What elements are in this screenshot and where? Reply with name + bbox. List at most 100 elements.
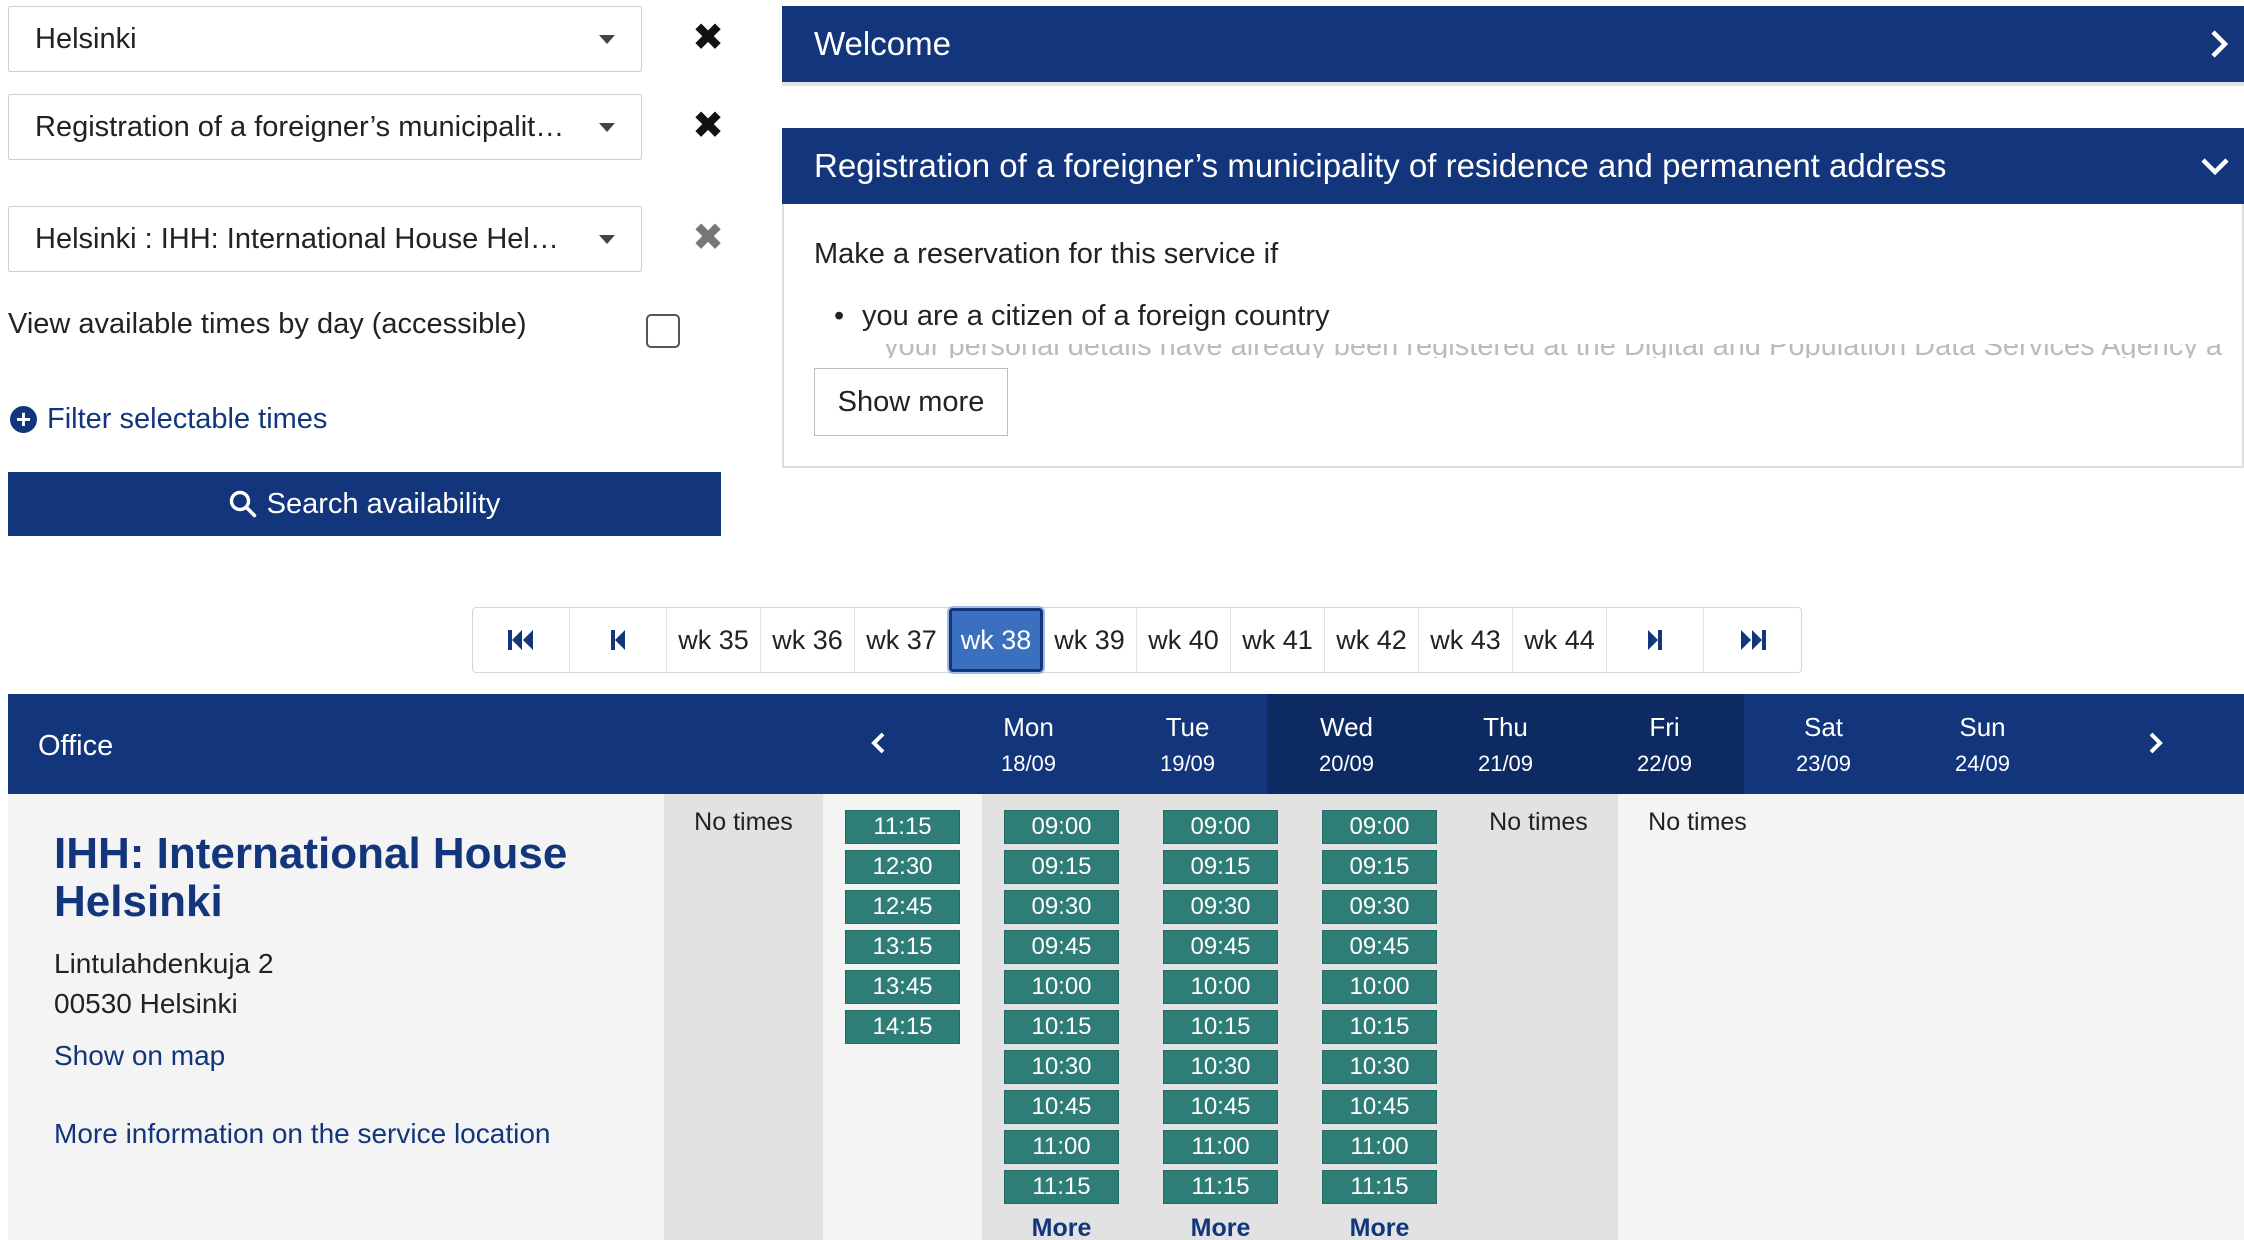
time-slot[interactable]: 09:30 [1163,890,1278,924]
service-select[interactable]: Registration of a foreigner’s municipali… [8,94,642,160]
time-slot[interactable]: 09:30 [1004,890,1119,924]
time-slot[interactable]: 12:30 [845,850,960,884]
clear-office-icon[interactable]: ✖ [690,219,726,257]
location-select[interactable]: Helsinki [8,6,642,72]
view-by-day-checkbox[interactable] [646,314,680,348]
time-slot[interactable]: 09:00 [1163,810,1278,844]
week-36[interactable]: wk 36 [761,608,855,672]
time-slot[interactable]: 09:15 [1322,850,1437,884]
clear-location-icon[interactable]: ✖ [690,19,726,57]
week-40[interactable]: wk 40 [1137,608,1231,672]
plus-circle-icon: + [10,406,37,433]
time-slot[interactable]: 14:15 [845,1010,960,1044]
time-slot[interactable]: 11:00 [1163,1130,1278,1164]
show-more-button[interactable]: Show more [814,368,1008,436]
week-43[interactable]: wk 43 [1419,608,1513,672]
time-slot[interactable]: 11:00 [1004,1130,1119,1164]
time-slot[interactable]: 11:15 [1163,1170,1278,1204]
chevron-right-icon[interactable] [2140,728,2170,758]
day-header-sun: Sun 24/09 [1954,712,2011,776]
time-slot[interactable]: 09:45 [1322,930,1437,964]
time-slot[interactable]: 10:30 [1004,1050,1119,1084]
previous-week-button[interactable] [570,608,667,672]
time-slot[interactable]: 09:30 [1322,890,1437,924]
first-week-button[interactable] [473,608,570,672]
more-times-link[interactable]: More [1032,1214,1092,1240]
time-slot[interactable]: 10:30 [1322,1050,1437,1084]
time-slot[interactable]: 10:30 [1163,1050,1278,1084]
last-week-button[interactable] [1704,608,1801,672]
time-slot[interactable]: 10:45 [1163,1090,1278,1124]
time-slot[interactable]: 13:45 [845,970,960,1004]
service-panel-title: Registration of a foreigner’s municipali… [814,147,1947,184]
office-select[interactable]: Helsinki : IHH: International House Hels… [8,206,642,272]
more-times-link[interactable]: More [1350,1214,1410,1240]
calendar-header: Office Mon 18/09 Tue 19/09 Wed 20/09 Thu… [8,694,2244,794]
day-header-thu: Thu 21/09 [1426,694,1585,794]
week-35[interactable]: wk 35 [667,608,761,672]
time-slot[interactable]: 10:00 [1163,970,1278,1004]
week-39[interactable]: wk 39 [1043,608,1137,672]
step-forward-icon [1648,630,1662,650]
time-slot[interactable]: 10:45 [1322,1090,1437,1124]
calendar-body: IHH: International House Helsinki Lintul… [8,794,2244,1240]
service-panel-header[interactable]: Registration of a foreigner’s municipali… [782,128,2244,204]
day-header-sat: Sat 23/09 [1795,712,1852,776]
caret-down-icon [599,234,615,244]
caret-down-icon [599,122,615,132]
day-header-fri: Fri 22/09 [1585,694,1744,794]
time-slot[interactable]: 09:45 [1163,930,1278,964]
location-select-value: Helsinki [35,22,137,55]
filter-times-link[interactable]: + Filter selectable times [10,403,327,436]
time-slot[interactable]: 10:00 [1004,970,1119,1004]
location-info-link[interactable]: More information on the service location [54,1118,550,1150]
time-slot[interactable]: 12:45 [845,890,960,924]
time-slot[interactable]: 10:15 [1322,1010,1437,1044]
week-41[interactable]: wk 41 [1231,608,1325,672]
day-column-mon: No times [664,794,823,1240]
office-column-header: Office [38,730,114,762]
show-on-map-link[interactable]: Show on map [54,1040,225,1072]
time-slot[interactable]: 13:15 [845,930,960,964]
time-slot[interactable]: 10:00 [1322,970,1437,1004]
panel-divider [782,82,2244,86]
time-slot[interactable]: 11:15 [1004,1170,1119,1204]
time-slot[interactable]: 09:00 [1322,810,1437,844]
week-44[interactable]: wk 44 [1513,608,1607,672]
time-slot[interactable]: 09:00 [1004,810,1119,844]
time-slot[interactable]: 09:15 [1004,850,1119,884]
week-37[interactable]: wk 37 [855,608,949,672]
week-38-active[interactable]: wk 38 [949,608,1043,672]
time-slot[interactable]: 09:15 [1163,850,1278,884]
time-slot-list: 09:00 09:15 09:30 09:45 10:00 10:15 10:30 10:45… [982,810,1141,1240]
caret-down-icon [599,34,615,44]
service-condition-item: you are a citizen of a foreign country [814,300,1329,333]
skip-first-icon [508,630,533,650]
filter-times-label: Filter selectable times [47,403,328,435]
day-column-wed: 09:00 09:15 09:30 09:45 10:00 10:15 10:30 10:45… [982,794,1141,1240]
time-slot[interactable]: 10:45 [1004,1090,1119,1124]
time-slot[interactable]: 10:15 [1163,1010,1278,1044]
chevron-down-icon [2201,158,2229,176]
search-availability-button[interactable]: Search availability [8,472,721,536]
time-slot[interactable]: 10:15 [1004,1010,1119,1044]
chevron-left-icon[interactable] [864,728,894,758]
welcome-panel-header[interactable]: Welcome [782,6,2244,82]
skip-last-icon [1740,630,1766,650]
week-42[interactable]: wk 42 [1325,608,1419,672]
day-header-mon: Mon 18/09 [1000,712,1057,776]
time-slot[interactable]: 09:45 [1004,930,1119,964]
service-conditions: you are a citizen of a foreign country [814,300,1329,333]
day-column-sat: No times [1459,794,1618,1240]
day-header-wed: Wed 20/09 [1267,694,1426,794]
time-slot[interactable]: 11:15 [1322,1170,1437,1204]
next-week-button[interactable] [1607,608,1704,672]
office-select-value: Helsinki : IHH: International House Hels… [35,222,588,255]
time-slot[interactable]: 11:00 [1322,1130,1437,1164]
time-slot[interactable]: 11:15 [845,810,960,844]
more-times-link[interactable]: More [1191,1214,1251,1240]
service-select-value: Registration of a foreigner’s municipali… [35,110,599,143]
no-times-label: No times [1489,808,1588,836]
clear-service-icon[interactable]: ✖ [690,107,726,145]
no-times-label: No times [694,808,793,836]
